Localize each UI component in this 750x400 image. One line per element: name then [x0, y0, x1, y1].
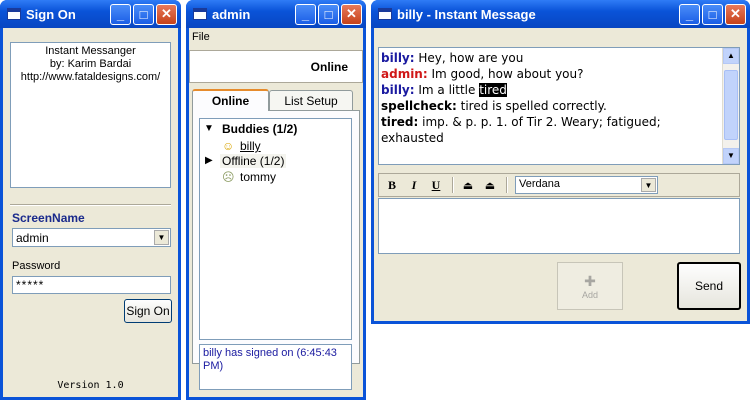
- group-offline[interactable]: Offline (1/2): [220, 154, 287, 168]
- smiley-online-icon: ☺: [222, 139, 235, 153]
- credits-line: Instant Messanger: [45, 45, 136, 57]
- im-titlebar[interactable]: billy - Instant Message _ □ ✕: [371, 0, 750, 28]
- screenname-value: admin: [16, 231, 49, 245]
- bg-color-icon[interactable]: ⏏: [481, 176, 499, 194]
- screenname-combo[interactable]: admin ▼: [12, 228, 171, 247]
- tab-list-setup[interactable]: List Setup: [269, 90, 353, 110]
- status-panel: Online: [189, 50, 363, 83]
- buddylist-client: File Online Online List Setup ▼ Buddies …: [189, 28, 363, 397]
- maximize-icon[interactable]: □: [133, 3, 154, 25]
- bold-button[interactable]: B: [383, 176, 401, 194]
- add-user-icon: ✚: [584, 272, 596, 289]
- im-window: billy - Instant Message _ □ ✕ billy: Hey…: [371, 0, 750, 324]
- message-sender: admin:: [381, 67, 428, 81]
- smiley-offline-icon: ☹: [222, 170, 235, 184]
- signon-button[interactable]: Sign On: [124, 299, 172, 323]
- buddylist-window: admin _ □ ✕ File Online Online List Setu…: [186, 0, 366, 400]
- message-text: Im a little: [414, 83, 480, 97]
- im-title: billy - Instant Message: [397, 6, 536, 22]
- close-icon[interactable]: ✕: [725, 3, 746, 25]
- message-sender: tired:: [381, 115, 419, 129]
- screenname-label: ScreenName: [12, 211, 85, 225]
- buddy-item-billy[interactable]: billy: [240, 139, 261, 153]
- scroll-thumb[interactable]: [724, 70, 738, 140]
- group-buddies[interactable]: Buddies (1/2): [222, 122, 297, 136]
- app-icon: [7, 8, 21, 20]
- buddylist-title: admin: [212, 6, 251, 22]
- font-select[interactable]: Verdana ▼: [515, 176, 658, 194]
- im-client: billy: Hey, how are you admin: Im good, …: [374, 28, 747, 321]
- separator: [452, 177, 454, 193]
- maximize-icon[interactable]: □: [702, 3, 723, 25]
- credits-box: Instant Messanger by: Karim Bardai http:…: [10, 42, 171, 188]
- chevron-down-icon[interactable]: ▼: [641, 178, 656, 192]
- message-sender: billy:: [381, 83, 415, 97]
- password-value: *****: [16, 278, 45, 292]
- menu-file[interactable]: File: [192, 31, 210, 43]
- message-text: Hey, how are you: [414, 51, 524, 65]
- message-text: Im good, how about you?: [427, 67, 584, 81]
- credits-line: http://www.fataldesigns.com/: [20, 71, 161, 83]
- tab-online[interactable]: Online: [192, 89, 269, 111]
- font-value: Verdana: [519, 178, 560, 190]
- message-line: billy: Im a little tired: [381, 82, 719, 98]
- message-list: billy: Hey, how are you admin: Im good, …: [381, 50, 719, 146]
- status-log-text: billy has signed on (6:45:43 PM): [203, 347, 337, 372]
- conversation-log: billy: Hey, how are you admin: Im good, …: [378, 47, 740, 165]
- status-log: billy has signed on (6:45:43 PM): [199, 344, 352, 390]
- minimize-icon[interactable]: _: [679, 3, 700, 25]
- message-sender: spellcheck:: [381, 99, 457, 113]
- app-icon: [193, 8, 207, 20]
- italic-button[interactable]: I: [405, 176, 423, 194]
- message-line: admin: Im good, how about you?: [381, 66, 719, 82]
- scrollbar[interactable]: ▲ ▼: [722, 48, 739, 164]
- minimize-icon[interactable]: _: [295, 3, 316, 25]
- password-field[interactable]: *****: [12, 276, 171, 294]
- message-line: billy: Hey, how are you: [381, 50, 719, 66]
- buddylist-titlebar[interactable]: admin _ □ ✕: [186, 0, 366, 28]
- divider: [10, 204, 171, 206]
- scroll-down-icon[interactable]: ▼: [723, 148, 739, 164]
- password-label: Password: [12, 260, 61, 272]
- signon-titlebar[interactable]: Sign On _ □ ✕: [0, 0, 181, 28]
- message-line: tired: imp. & p. p. 1. of Tir 2. Weary; …: [381, 114, 719, 146]
- message-text: imp. & p. p. 1. of Tir 2. Weary; fatigue…: [381, 115, 661, 145]
- message-sender: billy:: [381, 51, 415, 65]
- expand-icon[interactable]: ▶: [205, 155, 213, 166]
- close-icon[interactable]: ✕: [341, 3, 362, 25]
- signon-client: Instant Messanger by: Karim Bardai http:…: [3, 28, 178, 397]
- message-input[interactable]: [378, 198, 740, 254]
- buddy-tree: ▼ Buddies (1/2) ☺ billy ▶ Offline (1/2) …: [199, 118, 352, 340]
- underline-button[interactable]: U: [427, 176, 445, 194]
- maximize-icon[interactable]: □: [318, 3, 339, 25]
- buddy-item-tommy[interactable]: tommy: [240, 170, 276, 184]
- message-text: tired is spelled correctly.: [456, 99, 607, 113]
- signon-title: Sign On: [26, 6, 76, 22]
- separator: [506, 177, 508, 193]
- add-label: Add: [581, 289, 598, 300]
- signon-window: Sign On _ □ ✕ Instant Messanger by: Kari…: [0, 0, 181, 400]
- send-button[interactable]: Send: [677, 262, 741, 310]
- highlighted-word[interactable]: tired: [479, 83, 507, 97]
- chevron-down-icon[interactable]: ▼: [154, 230, 169, 245]
- scroll-up-icon[interactable]: ▲: [723, 48, 739, 64]
- status-text: Online: [310, 60, 348, 74]
- close-icon[interactable]: ✕: [156, 3, 177, 25]
- collapse-icon[interactable]: ▼: [204, 123, 214, 134]
- message-line: spellcheck: tired is spelled correctly.: [381, 98, 719, 114]
- text-color-icon[interactable]: ⏏: [459, 176, 477, 194]
- format-toolbar: B I U ⏏ ⏏ Verdana ▼: [378, 173, 740, 197]
- credits-line: by: Karim Bardai: [49, 58, 132, 70]
- add-button: ✚ Add: [557, 262, 623, 310]
- minimize-icon[interactable]: _: [110, 3, 131, 25]
- version-label: Version 1.0: [57, 380, 124, 391]
- app-icon: [378, 8, 392, 20]
